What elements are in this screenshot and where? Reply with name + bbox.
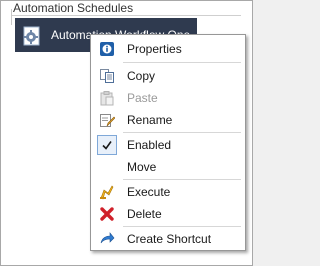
execute-icon	[100, 185, 114, 200]
menu-item-label: Delete	[127, 207, 162, 221]
menu-separator	[123, 226, 241, 227]
menu-item-execute[interactable]: Execute	[93, 181, 243, 203]
menu-item-delete[interactable]: Delete	[93, 203, 243, 225]
checkmark-icon	[102, 141, 112, 150]
paste-icon	[100, 91, 114, 106]
menu-item-move[interactable]: Move	[93, 156, 243, 178]
copy-icon	[100, 69, 114, 83]
tree-group-label: Automation Schedules	[13, 1, 134, 15]
context-menu: Properties Copy Paste Rename Enabled Mov…	[90, 34, 246, 251]
menu-separator	[123, 132, 241, 133]
menu-item-label: Enabled	[127, 138, 172, 152]
menu-item-label: Create Shortcut	[127, 232, 212, 246]
tree-connector-line	[11, 9, 12, 25]
delete-icon	[100, 207, 114, 221]
menu-item-label: Rename	[127, 113, 173, 127]
menu-item-label: Copy	[127, 69, 156, 83]
menu-item-copy[interactable]: Copy	[93, 65, 243, 87]
schedule-gear-icon	[23, 26, 40, 46]
menu-item-label: Execute	[127, 185, 171, 199]
shortcut-icon	[100, 232, 115, 244]
menu-separator	[123, 62, 241, 63]
menu-item-properties[interactable]: Properties	[93, 38, 243, 60]
menu-item-paste[interactable]: Paste	[93, 87, 243, 109]
rename-icon	[100, 114, 115, 127]
menu-item-rename[interactable]: Rename	[93, 109, 243, 131]
menu-item-enabled[interactable]: Enabled	[93, 134, 243, 156]
menu-item-label: Paste	[127, 91, 158, 105]
menu-separator	[123, 179, 241, 180]
menu-item-label: Move	[127, 160, 157, 174]
info-icon	[100, 42, 114, 56]
menu-item-create-shortcut[interactable]: Create Shortcut	[93, 228, 243, 250]
menu-item-label: Properties	[127, 42, 182, 56]
tree-group-header[interactable]: Automation Schedules	[11, 1, 241, 16]
app-window: Automation Schedules Automation Workflow…	[0, 0, 253, 266]
